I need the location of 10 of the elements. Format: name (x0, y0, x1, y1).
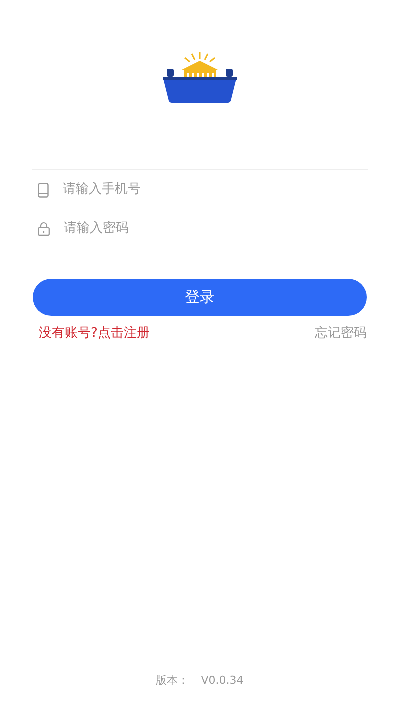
register-link[interactable]: 没有账号?点击注册 (39, 324, 150, 344)
version-label: 版本： (156, 672, 190, 688)
logo-icon (162, 50, 238, 104)
login-button[interactable]: 登录 (33, 279, 367, 316)
phone-icon (38, 182, 49, 198)
version-number: V0.0.34 (201, 672, 244, 688)
password-input-field[interactable]: 请输入密码 (64, 219, 362, 239)
phone-input-field[interactable]: 请输入手机号 (63, 180, 362, 200)
lock-icon (38, 222, 50, 236)
forgot-password-link[interactable]: 忘记密码 (315, 324, 367, 344)
